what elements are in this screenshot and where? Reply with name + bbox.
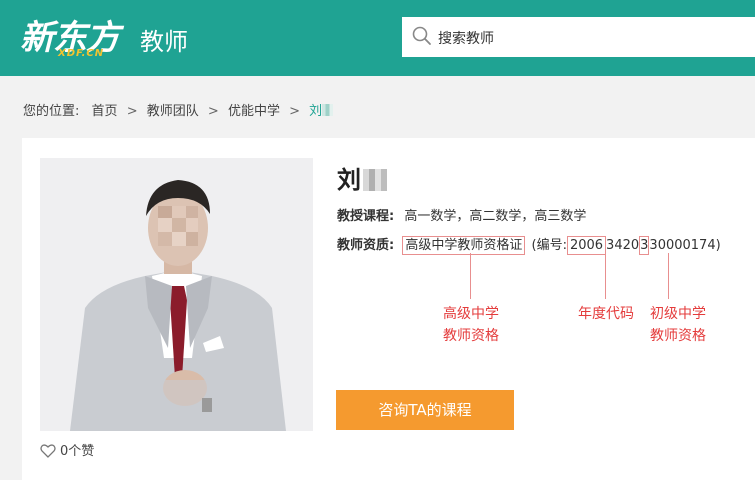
consult-courses-button[interactable]: 咨询TA的课程: [336, 390, 514, 430]
annotation-text: 教师资格: [443, 328, 499, 344]
search-placeholder: 搜索教师: [438, 31, 494, 47]
annotation-text: 教师资格: [650, 328, 706, 344]
annotation-text: 高级中学: [443, 306, 499, 322]
teacher-name: 刘: [337, 160, 387, 195]
breadcrumb-item-teachers[interactable]: 教师团队: [147, 100, 199, 119]
annotation-line: [668, 253, 669, 299]
breadcrumb-item-current: 刘: [309, 104, 323, 119]
certificate-year-code: 2006: [566, 236, 607, 255]
breadcrumb-separator: >: [126, 104, 138, 119]
xdf-logo[interactable]: 新东方 XDF.CN: [20, 10, 120, 62]
likes-text: 0个赞: [60, 444, 95, 459]
top-header: 新东方 XDF.CN 教师 搜索教师: [0, 0, 755, 76]
breadcrumb-prefix: 您的位置:: [23, 104, 80, 119]
annotation-senior-qualification: 高级中学 教师资格: [436, 303, 506, 347]
certificate-name: 高级中学教师资格证: [402, 236, 526, 255]
breadcrumb-item-home[interactable]: 首页: [92, 100, 118, 119]
search-input[interactable]: 搜索教师: [402, 17, 755, 57]
breadcrumb: 您的位置: 首页 > 教师团队 > 优能中学 > 刘: [23, 100, 334, 119]
courses-value: 高一数学，高二数学，高三数学: [404, 209, 587, 224]
certificate-number-mid: 3420: [606, 238, 640, 253]
blurred-name-mosaic: [363, 169, 387, 191]
certificate-number-prefix: (编号:: [531, 238, 567, 253]
annotation-junior-qualification: 初级中学 教师资格: [642, 303, 714, 347]
breadcrumb-item-school[interactable]: 优能中学: [228, 100, 280, 119]
annotation-line: [470, 253, 471, 299]
courses-label: 教授课程:: [337, 209, 395, 224]
section-title: 教师: [140, 28, 188, 56]
breadcrumb-separator: >: [207, 104, 219, 119]
logo-subtext: XDF.CN: [58, 48, 105, 59]
certificate-type-digit: 3: [639, 236, 650, 255]
courses-row: 教授课程: 高一数学，高二数学，高三数学: [337, 205, 586, 224]
blurred-name-mosaic: [322, 104, 334, 116]
teacher-photo: [40, 158, 313, 431]
annotation-line: [605, 253, 606, 299]
breadcrumb-separator: >: [289, 104, 300, 119]
search-icon[interactable]: [412, 26, 432, 46]
annotation-text: 初级中学: [650, 306, 706, 322]
annotation-year-code: 年度代码: [571, 303, 641, 325]
certificate-row: 教师资质: 高级中学教师资格证 (编号: 2006 3420330000174): [337, 234, 721, 255]
certificate-label: 教师资质:: [337, 238, 395, 253]
certificate-number-rest: 30000174): [649, 238, 721, 253]
annotation-text: 年度代码: [578, 306, 634, 322]
teacher-name-text: 刘: [337, 166, 361, 194]
heart-icon[interactable]: [40, 443, 56, 458]
likes-counter[interactable]: 0个赞: [40, 440, 94, 459]
